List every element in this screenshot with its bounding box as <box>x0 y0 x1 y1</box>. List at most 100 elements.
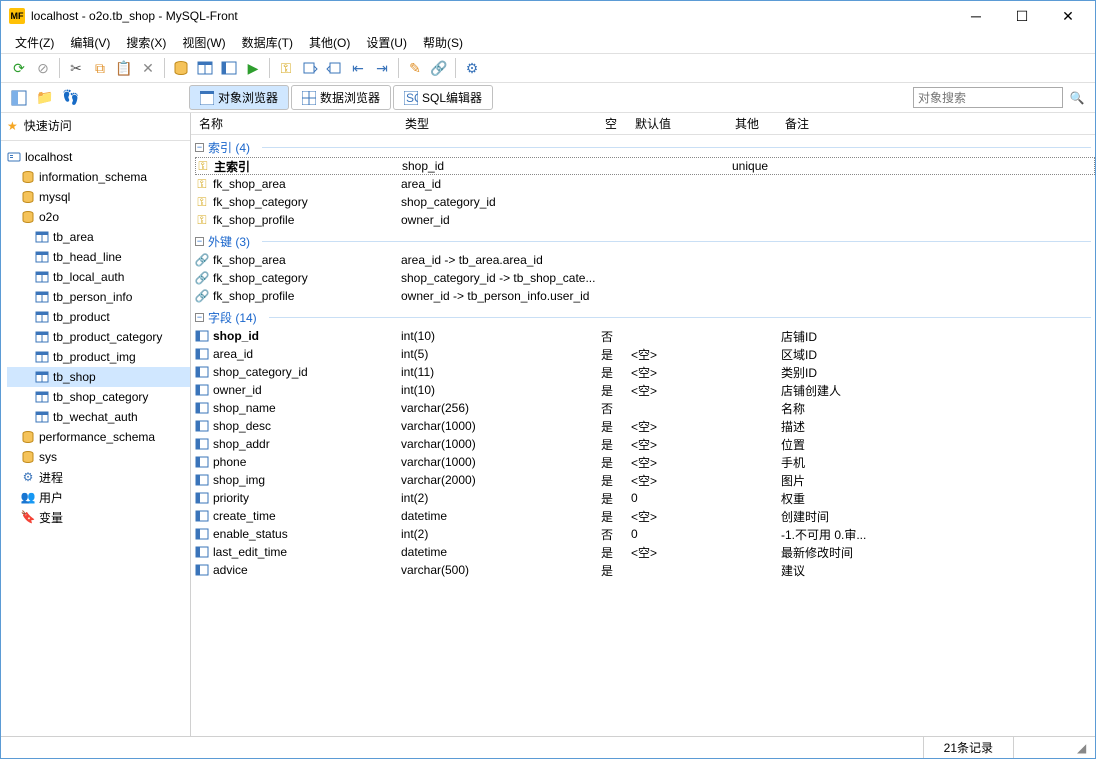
table-row[interactable]: last_edit_timedatetime是<空>最新修改时间 <box>195 543 1095 561</box>
edit-button[interactable]: ✎ <box>404 57 426 79</box>
table-row[interactable]: ⚿fk_shop_profileowner_id <box>195 211 1095 229</box>
tree-item-tb_wechat_auth[interactable]: tb_wechat_auth <box>7 407 190 427</box>
section-header[interactable]: −索引 (4) <box>195 137 1095 157</box>
table-row[interactable]: ⚿fk_shop_areaarea_id <box>195 175 1095 193</box>
quick-access-header[interactable]: ★ 快速访问 <box>1 113 190 138</box>
row-name: shop_desc <box>213 419 401 433</box>
tree-item-tb_product_img[interactable]: tb_product_img <box>7 347 190 367</box>
table-row[interactable]: shop_addrvarchar(1000)是<空>位置 <box>195 435 1095 453</box>
row-default: <空> <box>631 454 731 471</box>
table-row[interactable]: shop_idint(10)否店铺ID <box>195 327 1095 345</box>
tree-item-information_schema[interactable]: information_schema <box>7 167 190 187</box>
table-row[interactable]: enable_statusint(2)否0-1.不可用 0.审... <box>195 525 1095 543</box>
paste-button[interactable]: 📋 <box>113 57 135 79</box>
tree-item-tb_shop[interactable]: tb_shop <box>7 367 190 387</box>
table-row[interactable]: advicevarchar(500)是建议 <box>195 561 1095 579</box>
minimize-button[interactable]: ─ <box>953 1 999 31</box>
table-row[interactable]: ⚿主索引shop_idunique <box>195 157 1095 175</box>
table-row[interactable]: shop_category_idint(11)是<空>类别ID <box>195 363 1095 381</box>
table-row[interactable]: create_timedatetime是<空>创建时间 <box>195 507 1095 525</box>
menu-search[interactable]: 搜索(X) <box>118 32 174 53</box>
table-row[interactable]: ⚿fk_shop_categoryshop_category_id <box>195 193 1095 211</box>
col-other[interactable]: 其他 <box>731 115 781 132</box>
first-button[interactable]: ⇤ <box>347 57 369 79</box>
table-row[interactable]: 🔗fk_shop_categoryshop_category_id -> tb_… <box>195 269 1095 287</box>
tree-item-tb_area[interactable]: tb_area <box>7 227 190 247</box>
tab-object-browser[interactable]: 对象浏览器 <box>189 85 289 110</box>
footprint-icon[interactable]: 👣 <box>60 87 82 109</box>
tab-data-browser[interactable]: 数据浏览器 <box>291 85 391 110</box>
menu-edit[interactable]: 编辑(V) <box>62 32 118 53</box>
tree-item-tb_head_line[interactable]: tb_head_line <box>7 247 190 267</box>
export-button[interactable] <box>323 57 345 79</box>
col-null[interactable]: 空 <box>601 115 631 132</box>
menu-help[interactable]: 帮助(S) <box>415 32 471 53</box>
resize-grip-icon[interactable]: ◢ <box>1073 741 1087 755</box>
field-icon <box>195 329 213 343</box>
row-null: 是 <box>601 418 631 435</box>
field-icon <box>195 437 213 451</box>
import-button[interactable] <box>299 57 321 79</box>
maximize-button[interactable]: ☐ <box>999 1 1045 31</box>
col-remark[interactable]: 备注 <box>781 115 1095 132</box>
tree-item-tb_person_info[interactable]: tb_person_info <box>7 287 190 307</box>
table-row[interactable]: 🔗fk_shop_areaarea_id -> tb_area.area_id <box>195 251 1095 269</box>
refresh-button[interactable]: ⟳ <box>8 57 30 79</box>
close-button[interactable]: ✕ <box>1045 1 1091 31</box>
folder-button[interactable]: 📁 <box>34 87 56 109</box>
menu-settings[interactable]: 设置(U) <box>358 32 415 53</box>
menu-database[interactable]: 数据库(T) <box>234 32 301 53</box>
table-row[interactable]: priorityint(2)是0权重 <box>195 489 1095 507</box>
search-button[interactable]: 🔍 <box>1065 87 1089 108</box>
tab-sql-editor[interactable]: SQ SQL编辑器 <box>393 85 493 110</box>
table-row[interactable]: phonevarchar(1000)是<空>手机 <box>195 453 1095 471</box>
col-type[interactable]: 类型 <box>401 115 601 132</box>
table-row[interactable]: 🔗fk_shop_profileowner_id -> tb_person_in… <box>195 287 1095 305</box>
table-row[interactable]: area_idint(5)是<空>区域ID <box>195 345 1095 363</box>
new-field-button[interactable] <box>218 57 240 79</box>
row-type: int(10) <box>401 383 601 397</box>
tree-item-tb_local_auth[interactable]: tb_local_auth <box>7 267 190 287</box>
cut-button[interactable]: ✂ <box>65 57 87 79</box>
copy-button[interactable]: ⧉ <box>89 57 111 79</box>
menu-view[interactable]: 视图(W) <box>174 32 233 53</box>
link-icon: 🔗 <box>195 289 213 303</box>
tree-item-label: mysql <box>39 190 70 204</box>
tree-item-mysql[interactable]: mysql <box>7 187 190 207</box>
search-input[interactable] <box>913 87 1063 108</box>
cancel-button[interactable]: ⊘ <box>32 57 54 79</box>
section-header[interactable]: −外键 (3) <box>195 231 1095 251</box>
tree-item-sys[interactable]: sys <box>7 447 190 467</box>
delete-button[interactable]: ✕ <box>137 57 159 79</box>
filter-button[interactable]: ⚙ <box>461 57 483 79</box>
tree-item-tb_product_category[interactable]: tb_product_category <box>7 327 190 347</box>
tree-collapse-button[interactable] <box>8 87 30 109</box>
tree-item-进程[interactable]: ⚙进程 <box>7 467 190 487</box>
run-button[interactable]: ▶ <box>242 57 264 79</box>
tree-item-localhost[interactable]: localhost <box>7 147 190 167</box>
tree-item-performance_schema[interactable]: performance_schema <box>7 427 190 447</box>
tree-item-tb_shop_category[interactable]: tb_shop_category <box>7 387 190 407</box>
last-button[interactable]: ⇥ <box>371 57 393 79</box>
menu-file[interactable]: 文件(Z) <box>7 32 62 53</box>
section-header[interactable]: −字段 (14) <box>195 307 1095 327</box>
menu-other[interactable]: 其他(O) <box>301 32 358 53</box>
new-table-button[interactable] <box>194 57 216 79</box>
table-row[interactable]: shop_descvarchar(1000)是<空>描述 <box>195 417 1095 435</box>
tree-item-变量[interactable]: 🔖变量 <box>7 507 190 527</box>
tree-item-tb_product[interactable]: tb_product <box>7 307 190 327</box>
minus-icon: − <box>195 313 204 322</box>
tree-item-用户[interactable]: 👥用户 <box>7 487 190 507</box>
table-row[interactable]: shop_namevarchar(256)否名称 <box>195 399 1095 417</box>
tree-item-label: tb_wechat_auth <box>53 410 138 424</box>
col-default[interactable]: 默认值 <box>631 115 731 132</box>
table-row[interactable]: shop_imgvarchar(2000)是<空>图片 <box>195 471 1095 489</box>
table-row[interactable]: owner_idint(10)是<空>店铺创建人 <box>195 381 1095 399</box>
key-button[interactable]: ⚿ <box>275 57 297 79</box>
new-db-button[interactable] <box>170 57 192 79</box>
col-name[interactable]: 名称 <box>195 115 401 132</box>
link-button[interactable]: 🔗 <box>428 57 450 79</box>
tree-item-o2o[interactable]: o2o <box>7 207 190 227</box>
key-g-icon: ⚿ <box>195 213 213 228</box>
tab-label: SQL编辑器 <box>422 89 482 106</box>
